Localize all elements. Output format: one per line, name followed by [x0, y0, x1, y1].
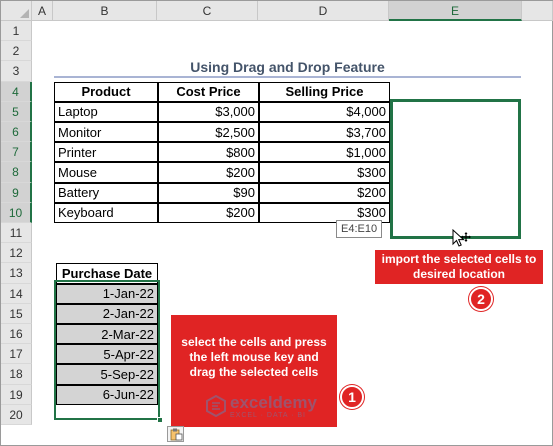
selling-price-cell[interactable]: $200	[259, 182, 390, 203]
range-tooltip: E4:E10	[336, 220, 383, 238]
row-header-13[interactable]: 13	[1, 263, 32, 284]
step-badge-1: 1	[340, 385, 364, 409]
row-header-8[interactable]: 8	[1, 162, 32, 183]
row-header-2[interactable]: 2	[1, 41, 32, 62]
row-header-7[interactable]: 7	[1, 142, 32, 163]
cost-price-cell[interactable]: $90	[158, 182, 259, 203]
row-header-19[interactable]: 19	[1, 384, 32, 405]
purchase-date-cell[interactable]: 1-Jan-22	[56, 283, 158, 304]
selling-price-cell[interactable]: $1,000	[259, 142, 390, 163]
row-header-20[interactable]: 20	[1, 404, 32, 425]
purchase-date-header[interactable]: Purchase Date	[56, 263, 158, 284]
watermark-tagline: EXCEL · DATA · BI	[230, 412, 306, 419]
move-cursor-icon	[452, 229, 471, 247]
row-header-17[interactable]: 17	[1, 344, 32, 365]
row-header-18[interactable]: 18	[1, 364, 32, 385]
product-cell[interactable]: Mouse	[54, 162, 158, 183]
table-header-cell[interactable]: Selling Price	[259, 81, 390, 102]
step-badge-2: 2	[469, 287, 493, 311]
purchase-date-cell[interactable]: 2-Mar-22	[56, 324, 158, 345]
exceldemy-logo-icon	[206, 395, 226, 417]
column-header-b[interactable]: B	[53, 1, 157, 21]
product-cell[interactable]: Keyboard	[54, 202, 158, 223]
selling-price-cell[interactable]: $4,000	[259, 101, 390, 122]
callout-import-location: import the selected cells to desired loc…	[375, 250, 543, 284]
purchase-date-cell[interactable]: 6-Jun-22	[56, 384, 158, 405]
row-header-15[interactable]: 15	[1, 303, 32, 324]
row-header-16[interactable]: 16	[1, 324, 32, 345]
row-header-4[interactable]: 4	[1, 81, 32, 102]
column-header-c[interactable]: C	[157, 1, 258, 21]
cost-price-cell[interactable]: $800	[158, 142, 259, 163]
table-header-cell[interactable]: Product	[54, 81, 158, 102]
selling-price-cell[interactable]: $3,700	[259, 122, 390, 143]
cost-price-cell[interactable]: $200	[158, 162, 259, 183]
cost-price-cell[interactable]: $200	[158, 202, 259, 223]
row-header-1[interactable]: 1	[1, 21, 32, 42]
paste-options-icon[interactable]	[167, 426, 184, 442]
callout-select-drag-text: select the cells and press the left mous…	[181, 335, 327, 379]
callout-import-location-text: import the selected cells to desired loc…	[381, 252, 537, 281]
column-header-d[interactable]: D	[258, 1, 389, 21]
purchase-date-cell[interactable]: 2-Jan-22	[56, 303, 158, 324]
table-header-cell[interactable]: Cost Price	[158, 81, 259, 102]
row-header-14[interactable]: 14	[1, 283, 32, 304]
purchase-date-cell[interactable]: 5-Apr-22	[56, 344, 158, 365]
product-cell[interactable]: Laptop	[54, 101, 158, 122]
clipboard-icon	[170, 428, 183, 441]
row-header-3[interactable]: 3	[1, 61, 32, 82]
row-header-9[interactable]: 9	[1, 182, 32, 203]
row-header-10[interactable]: 10	[1, 202, 32, 223]
row-header-11[interactable]: 11	[1, 223, 32, 244]
sheet-title: Using Drag and Drop Feature	[190, 59, 385, 75]
fill-handle[interactable]	[157, 417, 163, 423]
row-header-6[interactable]: 6	[1, 122, 32, 143]
product-cell[interactable]: Printer	[54, 142, 158, 163]
watermark-brand: exceldemy	[230, 393, 317, 412]
column-header-e[interactable]: E	[389, 1, 522, 21]
select-all-button[interactable]	[1, 1, 32, 21]
title-underline	[54, 76, 521, 78]
selling-price-cell[interactable]: $300	[259, 162, 390, 183]
spreadsheet-grid: ABCDE 1 2 3 4 5 6 7 8 9 10 11 12 13 14 15 16 17 18 19 20 Us…	[0, 0, 553, 446]
column-header-blank	[522, 1, 553, 21]
cost-price-cell[interactable]: $2,500	[158, 122, 259, 143]
row-header-12[interactable]: 12	[1, 243, 32, 264]
drop-target-range-e4-e10[interactable]	[390, 99, 521, 239]
column-header-a[interactable]: A	[32, 1, 53, 21]
row-header-5[interactable]: 5	[1, 101, 32, 122]
purchase-date-cell[interactable]: 5-Sep-22	[56, 364, 158, 385]
product-cell[interactable]: Monitor	[54, 122, 158, 143]
product-cell[interactable]: Battery	[54, 182, 158, 203]
cost-price-cell[interactable]: $3,000	[158, 101, 259, 122]
